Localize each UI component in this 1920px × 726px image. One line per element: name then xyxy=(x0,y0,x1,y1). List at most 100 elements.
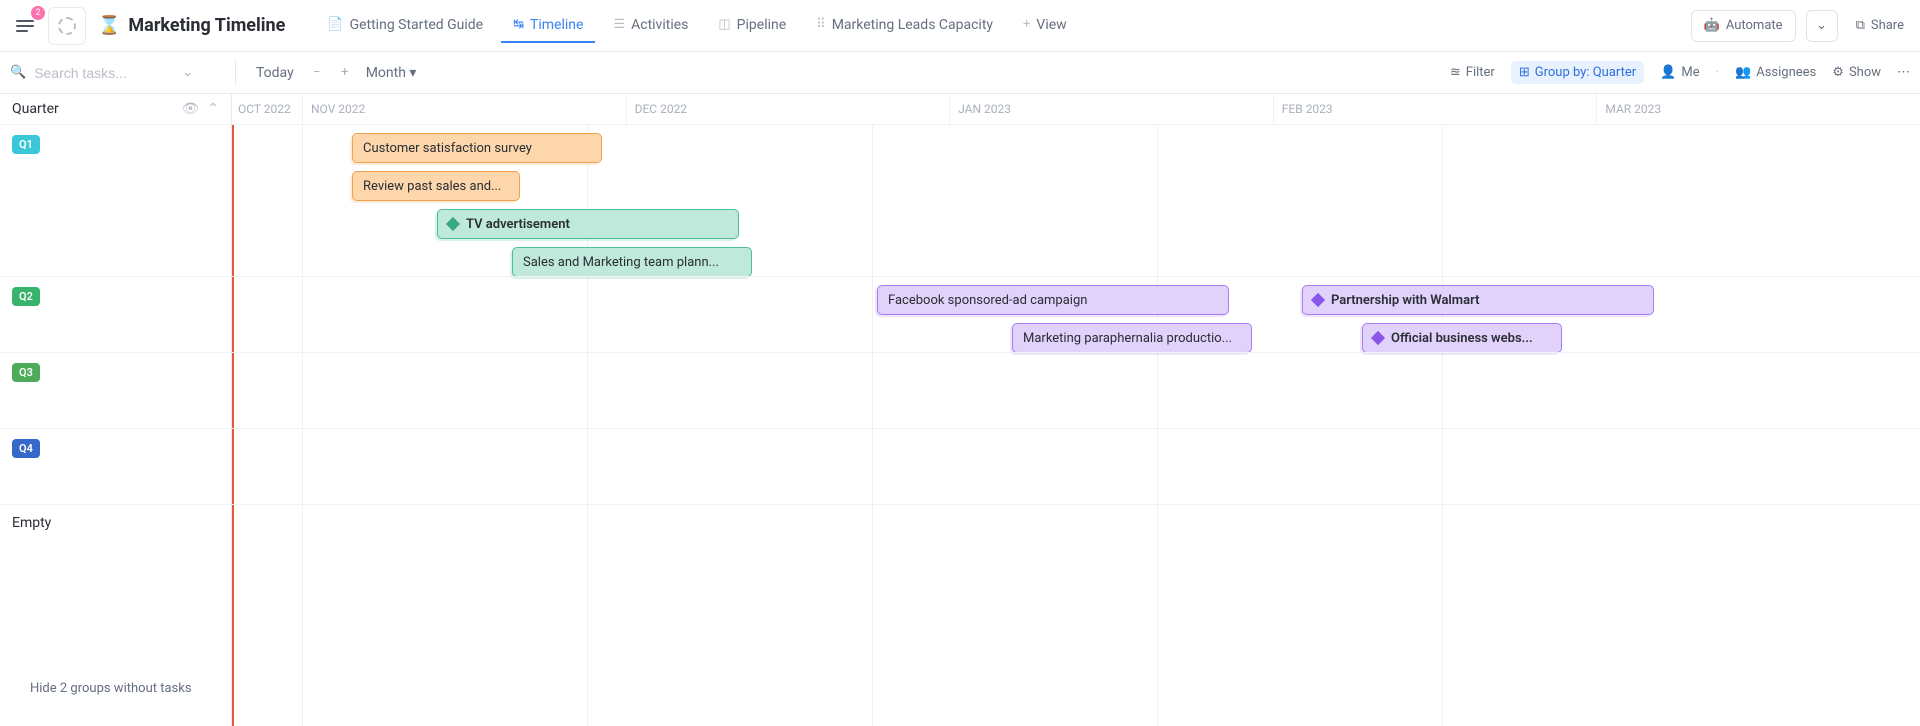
chevron-down-icon: ⌄ xyxy=(1816,18,1827,33)
collapse-all-icon[interactable]: ⌃ xyxy=(207,101,219,117)
search-icon: 🔍 xyxy=(10,65,26,80)
today-button[interactable]: Today xyxy=(250,61,300,85)
group-label: Group by: Quarter xyxy=(1535,65,1636,80)
group-row-q4[interactable]: Q4 xyxy=(0,428,231,504)
view-tab-pipeline[interactable]: ◫ Pipeline xyxy=(706,9,798,43)
view-tab-timeline[interactable]: ↹ Timeline xyxy=(501,9,595,43)
task-bar[interactable]: Official business webs... xyxy=(1362,323,1562,353)
automate-label: Automate xyxy=(1726,18,1783,33)
add-view-button[interactable]: + View xyxy=(1011,9,1079,43)
show-button[interactable]: ⚙ Show xyxy=(1832,65,1881,80)
group-row-empty[interactable]: Empty xyxy=(0,504,231,580)
month-header-dec: DEC 2022 xyxy=(626,94,950,124)
share-label: Share xyxy=(1871,18,1904,33)
timeline-icon: ↹ xyxy=(513,17,524,32)
me-button[interactable]: 👤 Me xyxy=(1660,65,1699,80)
dot-separator: · xyxy=(1716,65,1719,80)
list-settings-button[interactable] xyxy=(48,7,86,45)
zoom-in-button[interactable]: + xyxy=(334,62,356,84)
automate-menu-button[interactable]: ⌄ xyxy=(1806,10,1838,42)
zoom-label: Month xyxy=(366,65,406,81)
lane-q2: Facebook sponsored-ad campaign Marketing… xyxy=(232,276,1920,352)
search-options-button[interactable]: ⌄ xyxy=(182,65,193,80)
task-label: Partnership with Walmart xyxy=(1331,293,1479,308)
quarter-pill-q3: Q3 xyxy=(12,363,40,382)
filter-icon: ≊ xyxy=(1450,65,1461,80)
lane-q4 xyxy=(232,428,1920,504)
group-row-q2[interactable]: Q2 xyxy=(0,276,231,352)
board-icon: ◫ xyxy=(718,17,730,32)
view-label: Activities xyxy=(631,17,688,33)
person-icon: 👤 xyxy=(1660,65,1676,80)
workload-icon: ⠿ xyxy=(816,17,826,32)
filter-button[interactable]: ≊ Filter xyxy=(1450,65,1495,80)
gear-icon: ⚙ xyxy=(1832,65,1844,80)
share-icon: ⧉ xyxy=(1856,18,1865,33)
month-header-feb: FEB 2023 xyxy=(1273,94,1597,124)
milestone-icon xyxy=(1371,331,1385,345)
spinner-icon xyxy=(58,17,76,35)
zoom-out-button[interactable]: − xyxy=(306,62,328,84)
hide-empty-groups-button[interactable]: Hide 2 groups without tasks xyxy=(0,667,231,726)
lane-q1: Customer satisfaction survey Review past… xyxy=(232,124,1920,276)
share-button[interactable]: ⧉ Share xyxy=(1848,18,1912,33)
view-label: Getting Started Guide xyxy=(350,17,484,33)
plus-icon: + xyxy=(1023,17,1030,32)
task-bar[interactable]: Partnership with Walmart xyxy=(1302,285,1654,315)
task-bar[interactable]: Marketing paraphernalia productio... xyxy=(1012,323,1252,353)
zoom-select[interactable]: Month ▾ xyxy=(366,65,417,81)
month-header-oct: OCT 2022 xyxy=(232,94,302,124)
more-button[interactable]: ⋯ xyxy=(1897,65,1910,80)
view-label: View xyxy=(1036,17,1066,33)
assignees-label: Assignees xyxy=(1756,65,1816,80)
task-bar[interactable]: TV advertisement xyxy=(437,209,739,239)
group-column-header: Quarter 👁 ⌃ xyxy=(0,94,231,124)
menu-button[interactable]: 2 xyxy=(8,9,42,43)
quarter-pill-q1: Q1 xyxy=(12,135,40,154)
search-input[interactable] xyxy=(34,65,174,81)
view-tab-activities[interactable]: ☰ Activities xyxy=(601,9,700,43)
view-label: Pipeline xyxy=(737,17,787,33)
group-heading: Quarter xyxy=(12,101,59,117)
me-label: Me xyxy=(1681,65,1699,80)
month-header-jan: JAN 2023 xyxy=(949,94,1273,124)
hourglass-icon: ⌛ xyxy=(98,15,120,36)
filter-label: Filter xyxy=(1466,65,1495,80)
page-title[interactable]: ⌛ Marketing Timeline xyxy=(98,15,285,36)
month-header-mar: MAR 2023 xyxy=(1596,94,1920,124)
assignees-button[interactable]: 👥 Assignees xyxy=(1735,65,1816,80)
group-row-q3[interactable]: Q3 xyxy=(0,352,231,428)
group-row-q1[interactable]: Q1 xyxy=(0,124,231,276)
notif-badge: 2 xyxy=(31,6,45,20)
task-label: TV advertisement xyxy=(466,217,570,232)
robot-icon: 🤖 xyxy=(1704,18,1720,33)
view-tab-getting-started[interactable]: 📄 Getting Started Guide xyxy=(315,9,495,43)
group-by-button[interactable]: ⊞ Group by: Quarter xyxy=(1511,61,1644,84)
burger-icon xyxy=(16,25,34,27)
task-label: Official business webs... xyxy=(1391,331,1533,346)
list-icon: ☰ xyxy=(613,17,625,32)
task-bar[interactable]: Sales and Marketing team plann... xyxy=(512,247,752,277)
group-icon: ⊞ xyxy=(1519,65,1530,80)
people-icon: 👥 xyxy=(1735,65,1751,80)
task-bar[interactable]: Review past sales and... xyxy=(352,171,520,201)
view-label: Timeline xyxy=(530,17,583,33)
divider xyxy=(235,60,236,86)
lane-q3 xyxy=(232,352,1920,428)
eye-off-icon[interactable]: 👁 xyxy=(181,101,199,117)
task-bar[interactable]: Facebook sponsored-ad campaign xyxy=(877,285,1229,315)
automate-button[interactable]: 🤖 Automate xyxy=(1691,10,1796,42)
quarter-pill-q4: Q4 xyxy=(12,439,40,458)
chevron-down-icon: ▾ xyxy=(409,65,416,81)
task-bar[interactable]: Customer satisfaction survey xyxy=(352,133,602,163)
view-tab-capacity[interactable]: ⠿ Marketing Leads Capacity xyxy=(804,9,1005,43)
title-text: Marketing Timeline xyxy=(128,15,285,36)
quarter-pill-q2: Q2 xyxy=(12,287,40,306)
show-label: Show xyxy=(1849,65,1881,80)
doc-icon: 📄 xyxy=(327,17,343,32)
month-header-nov: NOV 2022 xyxy=(302,94,626,124)
empty-label: Empty xyxy=(12,515,51,531)
milestone-icon xyxy=(1311,293,1325,307)
view-label: Marketing Leads Capacity xyxy=(832,17,993,33)
milestone-icon xyxy=(446,217,460,231)
